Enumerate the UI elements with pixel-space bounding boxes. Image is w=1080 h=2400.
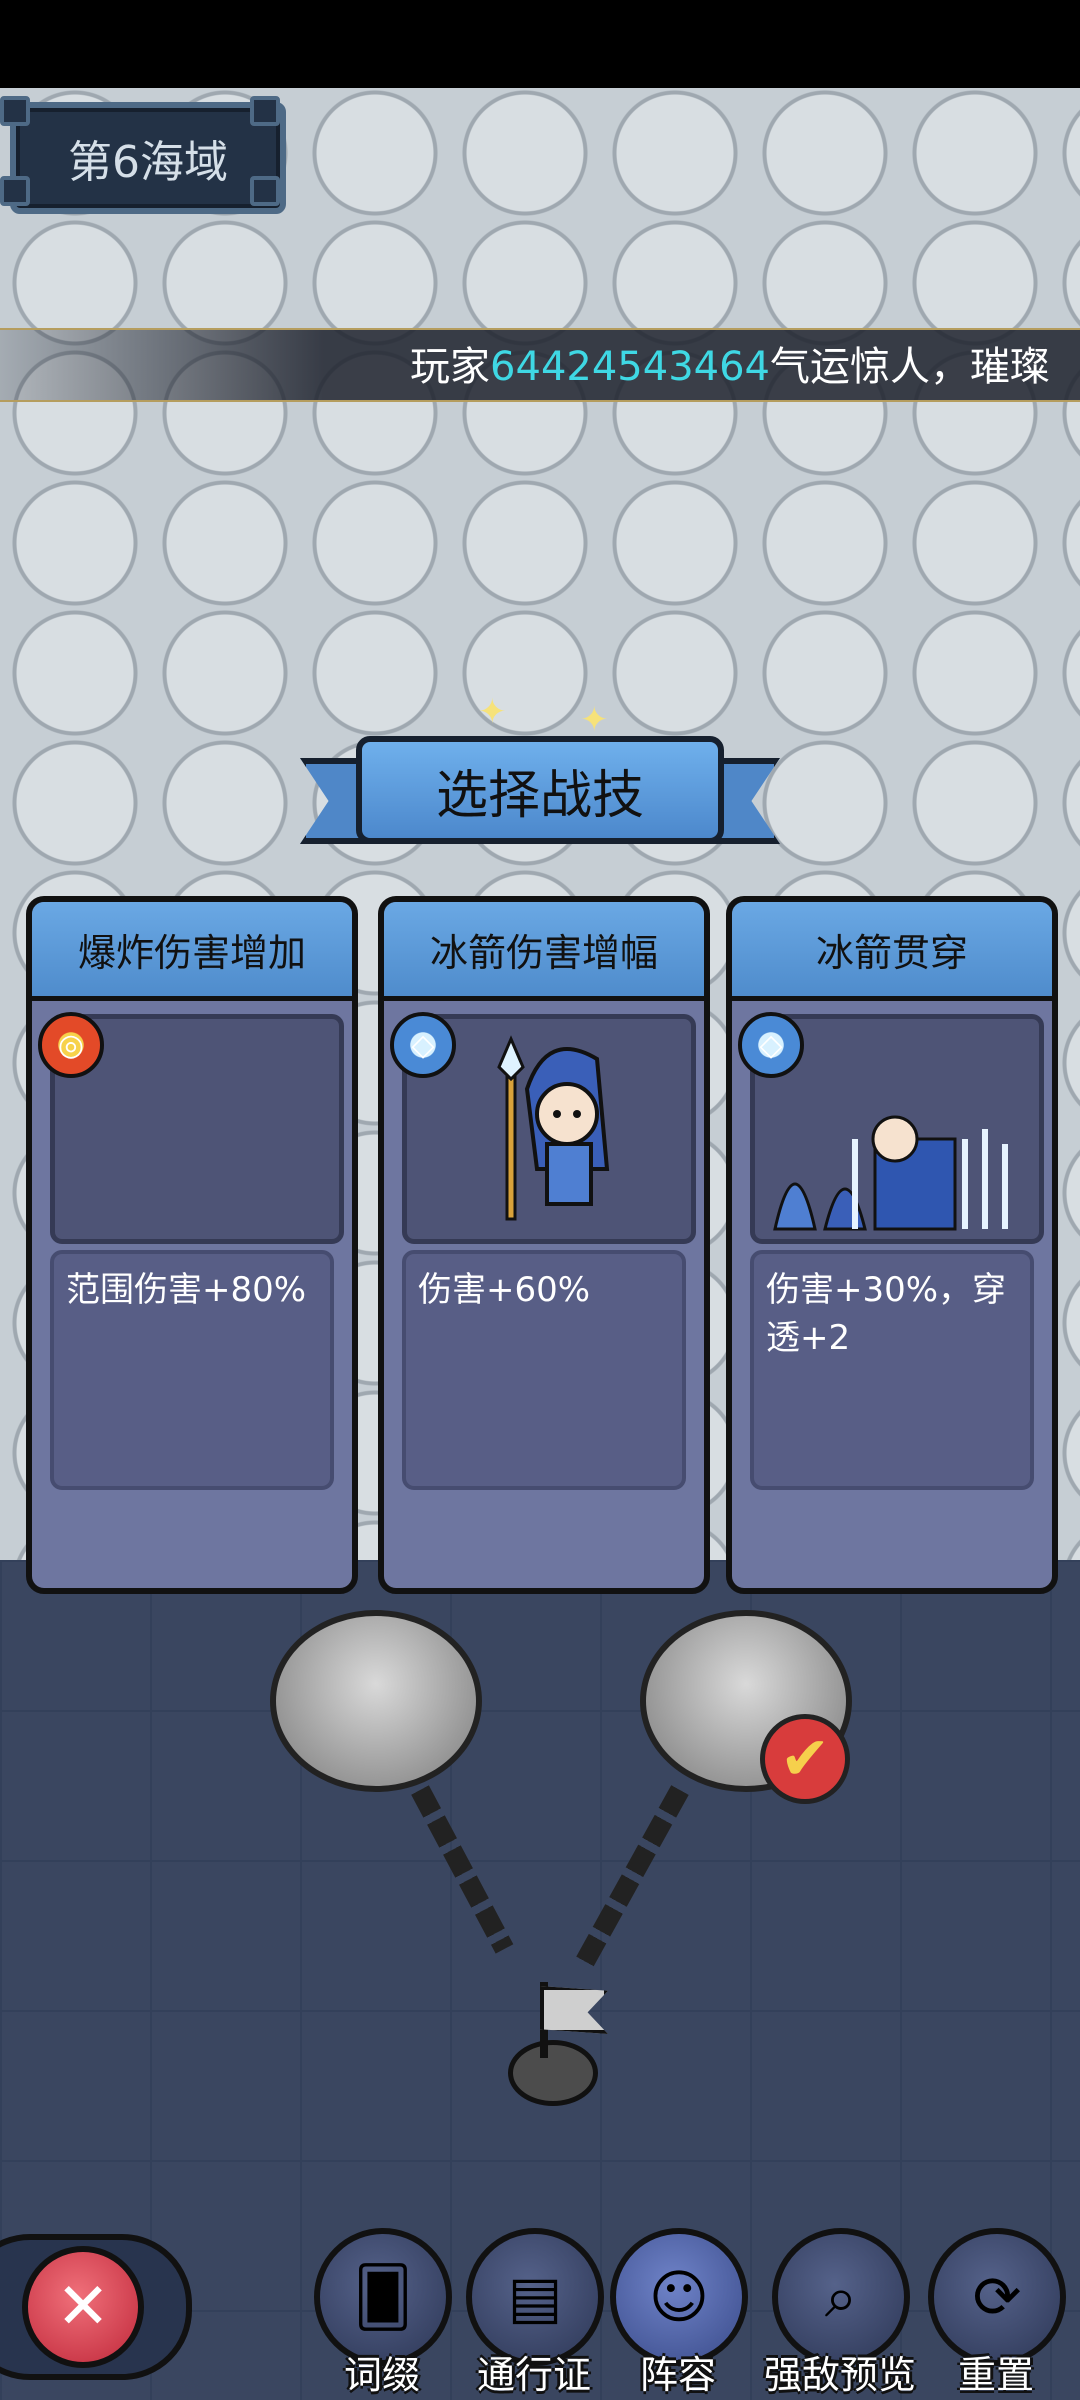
- nav-label: 强敌预览: [763, 2353, 916, 2397]
- nav-passport-button[interactable]: ▤ 通行证: [466, 2228, 604, 2397]
- explosion-icon: ◎: [38, 1012, 104, 1078]
- ice-arrow-icon: ◇: [390, 1012, 456, 1078]
- nav-lineup-button[interactable]: ☺ 阵容: [610, 2228, 748, 2397]
- card-description: 伤害+60%: [402, 1250, 686, 1490]
- ticker-suffix: 气运惊人，璀璨: [770, 344, 1050, 390]
- badge-corner: [250, 96, 280, 126]
- ice-arrow-icon: ◇: [738, 1012, 804, 1078]
- region-badge: 第6海域: [10, 102, 286, 214]
- treasure-node[interactable]: [270, 1610, 482, 1792]
- ticker-player-id: 64424543464: [490, 344, 770, 390]
- nav-affix-button[interactable]: 🂠 词缀: [314, 2228, 452, 2397]
- skill-card-ice-arrow-pierce[interactable]: 冰箭贯穿 ◇ 伤害+30%，穿透+2: [726, 896, 1058, 1594]
- close-button[interactable]: ✕: [22, 2246, 144, 2368]
- close-icon: ✕: [56, 2270, 110, 2344]
- nav-reset-button[interactable]: ⟳ 重置: [928, 2228, 1066, 2397]
- nav-label: 阵容: [639, 2353, 716, 2397]
- skill-card-explosion[interactable]: 爆炸伤害增加 ◎ 范围伤害+80%: [26, 896, 358, 1594]
- card-title: 冰箭贯穿: [732, 902, 1052, 1001]
- card-title: 冰箭伤害增幅: [384, 902, 704, 1001]
- card-title: 爆炸伤害增加: [32, 902, 352, 1001]
- badge-corner: [250, 176, 280, 206]
- checkmark-icon: ✔: [760, 1714, 850, 1804]
- card-description: 范围伤害+80%: [50, 1250, 334, 1490]
- region-label: 第6海域: [68, 137, 228, 188]
- sparkle-icon: ✦: [478, 692, 507, 732]
- nav-label: 词缀: [343, 2353, 420, 2397]
- broadcast-ticker: 玩家64424543464气运惊人，璀璨: [0, 328, 1080, 402]
- card-description: 伤害+30%，穿透+2: [750, 1250, 1034, 1490]
- nav-enemy-preview-button[interactable]: ⌕ 强敌预览: [764, 2228, 916, 2397]
- select-skill-title: 选择战技: [356, 736, 724, 844]
- nav-label: 重置: [957, 2353, 1034, 2397]
- badge-corner: [0, 96, 30, 126]
- start-flag-base: [508, 2040, 598, 2106]
- sparkle-icon: ✦: [580, 700, 609, 740]
- status-bar: [0, 0, 1080, 88]
- ticker-prefix: 玩家: [410, 344, 491, 390]
- badge-corner: [0, 176, 30, 206]
- skill-card-ice-arrow-damage[interactable]: 冰箭伤害增幅 ◇ 伤害+60%: [378, 896, 710, 1594]
- select-skill-banner: 选择战技: [300, 736, 780, 844]
